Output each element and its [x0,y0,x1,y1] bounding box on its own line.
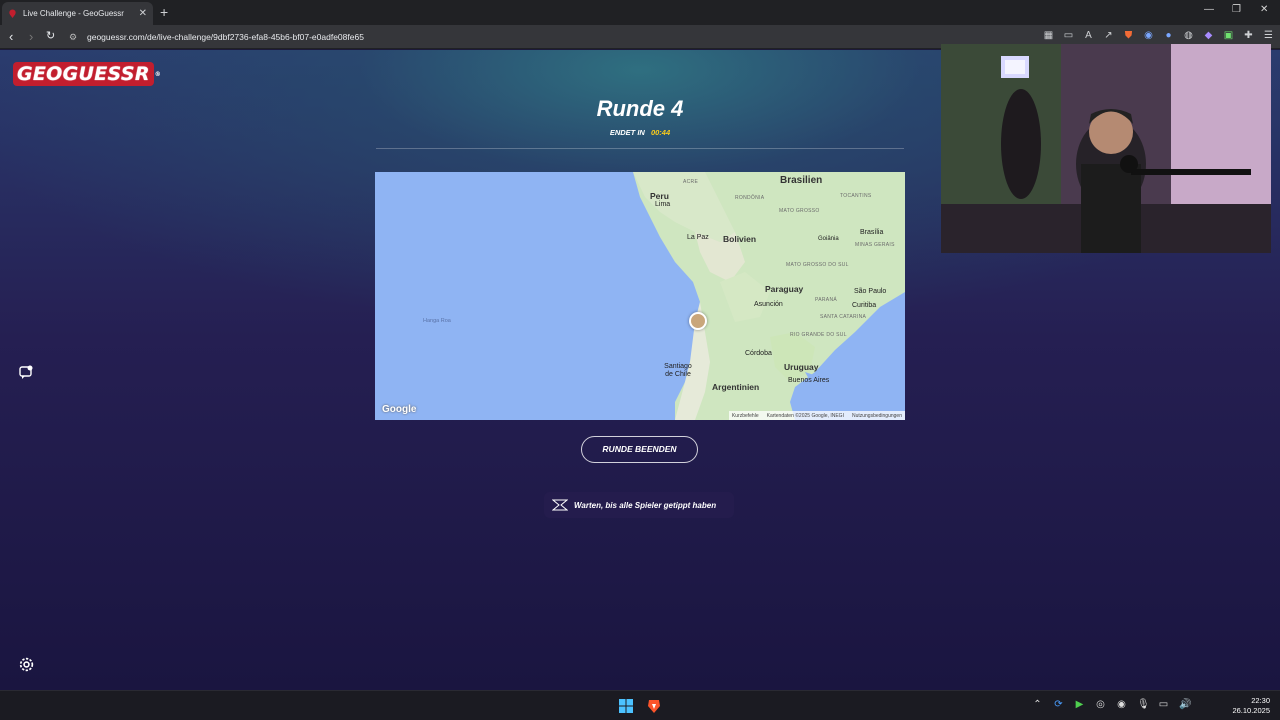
player-guess-marker[interactable] [689,312,707,330]
geoguessr-logo[interactable]: GEOGUESSR ® [13,62,161,86]
map-attribution: Kurzbefehle Kartendaten ©2025 Google, IN… [728,411,905,420]
settings-button[interactable] [15,653,37,675]
map-label: RONDÔNIA [735,195,765,201]
extension-icon[interactable]: ▦ [1043,30,1054,41]
extension-icon[interactable]: ◆ [1203,30,1214,41]
restore-icon[interactable]: ❐ [1232,4,1241,15]
map-label: Córdoba [745,350,772,357]
share-icon[interactable]: ↗ [1103,30,1114,41]
microphone-icon[interactable]: 🎙 [1137,699,1150,710]
translate-icon[interactable]: A [1083,30,1094,41]
guess-map[interactable]: Brasilien ACRE RONDÔNIA TOCANTINS MATO G… [375,172,905,420]
map-label: Asunción [754,301,783,308]
map-label: Brasília [860,229,884,236]
map-label: Uruguay [784,362,819,372]
extension-toolbar: ▦ ▭ A ↗ ⛊ ◉ ● ◍ ◆ ▣ ✚ ☰ [1043,30,1274,41]
browser-tab[interactable]: Live Challenge - GeoGuessr ✕ [2,2,153,25]
url-text: geoguessr.com/de/live-challenge/9dbf2736… [87,32,364,42]
webcam-overlay [941,44,1271,253]
record-icon[interactable]: ◎ [1095,699,1106,710]
close-window-icon[interactable]: ✕ [1260,4,1268,15]
timer-label: ENDET IN [609,128,645,137]
extension-icon[interactable]: ◉ [1143,30,1154,41]
waiting-message: Warten, bis alle Spieler getippt haben [544,492,734,518]
geoguessr-favicon-icon [9,9,16,18]
terms-link[interactable]: Nutzungsbedingungen [852,413,902,419]
site-info-icon[interactable]: ⚙ [69,32,79,42]
new-tab-button[interactable]: + [160,4,168,20]
map-label: MATO GROSSO DO SUL [786,262,849,268]
sync-icon[interactable]: ⟳ [1053,699,1064,710]
webcam-image [941,44,1271,253]
system-tray: ⌃ ⟳ ▶ ◎ ◉ 🎙 ▭ 🔊 [1032,699,1191,710]
extension-icon[interactable]: ● [1163,30,1174,41]
map-label: São Paulo [854,288,887,295]
map-label: ACRE [683,179,699,185]
puzzle-icon[interactable]: ✚ [1243,30,1254,41]
menu-icon[interactable]: ☰ [1263,30,1274,41]
cast-icon[interactable]: ▭ [1063,30,1074,41]
address-bar[interactable]: ⚙ geoguessr.com/de/live-challenge/9dbf27… [69,28,1029,46]
map-label: Brasilien [780,175,823,186]
round-timer: ENDET IN 00:44 [540,128,740,137]
end-round-button[interactable]: RUNDE BEENDEN [581,436,698,463]
chevron-up-icon[interactable]: ⌃ [1032,699,1043,710]
map-data-text: Kartendaten ©2025 Google, INEGI [766,412,844,419]
map-label: Lima [655,201,671,208]
network-icon[interactable]: ▭ [1158,699,1169,710]
google-logo: Google [382,404,417,415]
close-tab-icon[interactable]: ✕ [139,8,147,19]
map-label: TOCANTINS [840,193,872,199]
windows-taskbar: ⌃ ⟳ ▶ ◎ ◉ 🎙 ▭ 🔊 22:30 26.10.2025 [0,690,1280,720]
round-title: Runde 4 [596,96,684,121]
map-label: Hanga Roa [423,318,451,324]
keyboard-shortcuts-link[interactable]: Kurzbefehle [732,413,759,419]
reload-icon[interactable]: ↻ [46,29,55,42]
map-label: Buenos Aires [788,377,830,384]
map-label: Curitiba [852,302,877,309]
hourglass-icon [552,499,568,511]
timer-value: 00:44 [650,128,671,137]
chat-button[interactable] [15,361,37,383]
map-label: Argentinien [712,382,760,392]
clock-date: 26.10.2025 [1232,706,1270,715]
brave-shield-icon[interactable]: ⛊ [1123,30,1134,41]
browser-tab-bar: Live Challenge - GeoGuessr ✕ + — ❐ ✕ [0,0,1280,25]
map-label: PARANÁ [815,297,837,303]
app-icon[interactable]: ◉ [1116,699,1127,710]
map-label: RIO GRANDE DO SUL [790,332,847,338]
volume-icon[interactable]: 🔊 [1179,699,1191,710]
chat-icon [19,365,33,379]
brave-browser-icon[interactable] [646,698,662,714]
map-label: La Paz [687,234,709,241]
gear-icon [19,657,33,671]
minimize-icon[interactable]: — [1204,4,1214,15]
map-label: MINAS GERAIS [855,242,895,248]
divider [376,148,904,149]
play-icon[interactable]: ▶ [1074,699,1085,710]
windows-start-icon[interactable] [618,698,634,714]
forward-icon[interactable]: › [29,29,33,44]
map-label: Paraguay [765,284,804,294]
system-clock[interactable]: 22:30 26.10.2025 [1232,696,1270,716]
map-label: Peru [650,191,669,201]
map-label: SANTA CATARINA [820,314,867,320]
map-label: MATO GROSSO [779,208,820,214]
clock-time: 22:30 [1251,696,1270,705]
map-label: Santiago de Chile [664,363,692,378]
tab-title: Live Challenge - GeoGuessr [23,9,124,18]
map-label: Bolivien [723,234,757,244]
profile-icon[interactable]: ◍ [1183,30,1194,41]
extension-icon[interactable]: ▣ [1223,30,1234,41]
map-label: Goiânia [818,236,839,242]
back-icon[interactable]: ‹ [9,29,13,44]
